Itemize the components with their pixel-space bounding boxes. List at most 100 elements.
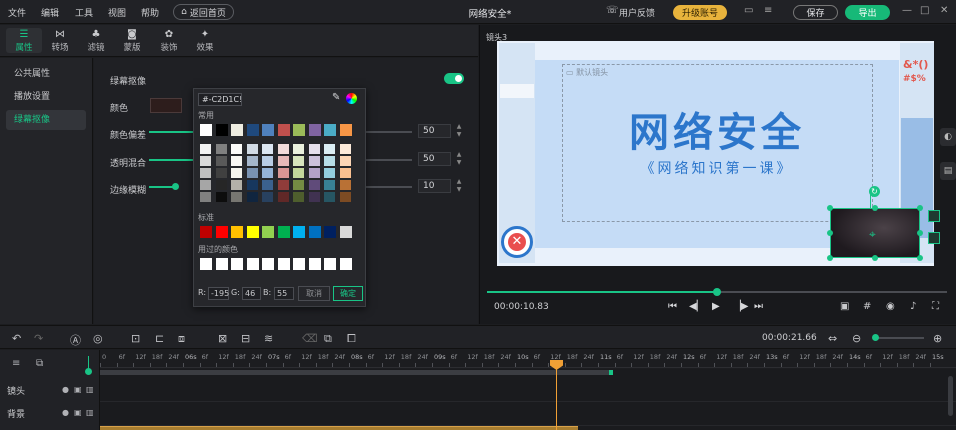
shade-color-swatch[interactable] (231, 144, 242, 154)
skip-end-icon[interactable]: ⏭ (754, 301, 763, 312)
shade-color-swatch[interactable] (308, 180, 320, 190)
adjust-side-icon[interactable]: ◐ (940, 128, 956, 146)
common-color-swatch[interactable] (246, 124, 259, 136)
standard-color-swatch[interactable] (262, 226, 274, 238)
edit-icon[interactable]: ⊠ (218, 332, 227, 345)
sidebar-item-chroma-key[interactable]: 绿幕抠像 (6, 110, 86, 130)
shade-color-swatch[interactable] (231, 156, 242, 166)
fit-timeline-icon[interactable]: ⇔ (828, 332, 837, 345)
tab-decoration[interactable]: ✿ 装饰 (151, 28, 187, 53)
text-icon[interactable]: Ⓐ (70, 332, 81, 348)
resize-handle-tr[interactable] (917, 205, 923, 211)
blend-stepper[interactable]: ▲ ▼ (455, 151, 463, 167)
hue-stepper[interactable]: ▲ ▼ (455, 123, 463, 139)
shade-color-swatch[interactable] (231, 180, 242, 190)
zoom-in-icon[interactable]: ⊕ (933, 332, 942, 345)
shade-color-swatch[interactable] (246, 144, 258, 154)
shade-color-swatch[interactable] (324, 144, 335, 154)
resize-handle-b[interactable] (872, 255, 878, 261)
eye-icon[interactable]: ● (62, 408, 69, 417)
recent-color-swatch[interactable] (308, 258, 321, 270)
common-color-swatch[interactable] (277, 124, 290, 136)
crop-icon[interactable] (928, 232, 940, 244)
shade-color-swatch[interactable] (200, 156, 211, 166)
common-color-swatch[interactable] (262, 124, 274, 136)
menu-file[interactable]: 文件 (8, 6, 26, 19)
eyedropper-icon[interactable]: ✎ (332, 92, 340, 103)
standard-color-swatch[interactable] (231, 226, 243, 238)
shade-color-swatch[interactable] (324, 180, 335, 190)
shade-color-swatch[interactable] (293, 168, 304, 178)
tab-properties[interactable]: ☰ 属性 (6, 28, 42, 53)
shade-color-swatch[interactable] (339, 192, 351, 202)
sidebar-item-playback[interactable]: 播放设置 (6, 87, 86, 107)
g-input[interactable]: 46 (242, 287, 261, 300)
edge-slider-track[interactable] (366, 186, 412, 188)
preview-mode-icon[interactable]: ▣ (840, 301, 849, 312)
zoom-knob[interactable] (872, 334, 879, 341)
export-button[interactable]: 导出 (845, 5, 890, 20)
resize-handle-bl[interactable] (827, 255, 833, 261)
shade-color-swatch[interactable] (308, 156, 320, 166)
camera-clip[interactable] (100, 370, 612, 375)
shade-color-swatch[interactable] (215, 144, 227, 154)
common-color-swatch[interactable] (200, 124, 212, 136)
layers-icon[interactable]: ≋ (264, 332, 273, 345)
tab-filter[interactable]: ♣ 滤镜 (78, 28, 114, 53)
standard-color-swatch[interactable] (308, 226, 321, 238)
shade-color-swatch[interactable] (262, 156, 273, 166)
save-button[interactable]: 保存 (793, 5, 838, 20)
shade-color-swatch[interactable] (339, 180, 351, 190)
edge-value-input[interactable]: 10 (418, 179, 451, 193)
background-clip[interactable] (100, 426, 578, 430)
shade-color-swatch[interactable] (215, 168, 227, 178)
tab-effect[interactable]: ✦ 效果 (187, 28, 223, 53)
common-color-swatch[interactable] (324, 124, 336, 136)
shade-color-swatch[interactable] (262, 168, 273, 178)
timeline-start-knob[interactable] (85, 368, 92, 375)
track-row-background[interactable] (100, 402, 956, 426)
menu-tools[interactable]: 工具 (75, 6, 93, 19)
shade-color-swatch[interactable] (246, 192, 258, 202)
resize-handle-tl[interactable] (827, 205, 833, 211)
tab-mask[interactable]: ◙ 蒙版 (114, 28, 150, 53)
shade-color-swatch[interactable] (200, 192, 211, 202)
shade-color-swatch[interactable] (246, 180, 258, 190)
hue-slider-track[interactable] (366, 131, 412, 133)
play-icon[interactable]: ▶ (712, 301, 720, 312)
hue-value-input[interactable]: 50 (418, 124, 451, 138)
shade-color-swatch[interactable] (246, 156, 258, 166)
zoom-out-icon[interactable]: ⊖ (852, 332, 861, 345)
recent-color-swatch[interactable] (231, 258, 243, 270)
menu-view[interactable]: 视图 (108, 6, 126, 19)
menu-help[interactable]: 帮助 (141, 6, 159, 19)
shade-color-swatch[interactable] (324, 156, 335, 166)
grid-icon[interactable]: # (863, 301, 871, 312)
standard-color-swatch[interactable] (293, 226, 305, 238)
trash-icon[interactable]: ▥ (86, 385, 94, 394)
blend-value-input[interactable]: 50 (418, 152, 451, 166)
resize-handle-r[interactable] (917, 230, 923, 236)
zoom-track[interactable] (876, 337, 924, 339)
home-button[interactable]: ⌂ 返回首页 (173, 4, 234, 20)
recent-color-swatch[interactable] (262, 258, 274, 270)
shade-color-swatch[interactable] (231, 168, 242, 178)
shade-color-swatch[interactable] (308, 192, 320, 202)
standard-color-swatch[interactable] (200, 226, 212, 238)
crosshair-icon[interactable]: ⌖ (869, 227, 876, 242)
common-color-swatch[interactable] (231, 124, 243, 136)
shade-color-swatch[interactable] (293, 192, 304, 202)
resize-handle-t[interactable] (872, 205, 878, 211)
duplicate-icon[interactable]: ⧉ (324, 332, 332, 346)
maximize-icon[interactable]: □ (920, 5, 929, 16)
sidebar-item-common[interactable]: 公共属性 (6, 64, 86, 84)
shade-color-swatch[interactable] (308, 144, 320, 154)
standard-color-swatch[interactable] (277, 226, 290, 238)
key-color-swatch[interactable] (150, 98, 182, 113)
lock-icon[interactable]: ▣ (74, 408, 82, 417)
shade-color-swatch[interactable] (200, 144, 211, 154)
fullscreen-icon[interactable]: ⛶ (932, 301, 939, 312)
shade-color-swatch[interactable] (308, 168, 320, 178)
shade-color-swatch[interactable] (324, 168, 335, 178)
recent-color-swatch[interactable] (215, 258, 228, 270)
